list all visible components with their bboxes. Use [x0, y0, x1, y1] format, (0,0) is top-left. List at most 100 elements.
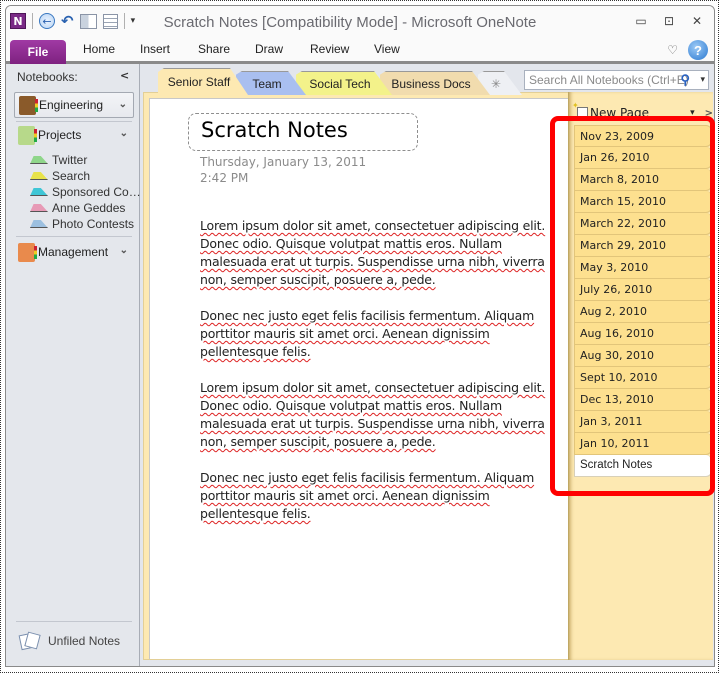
expand-page-tabs-button[interactable]: >	[705, 108, 713, 119]
tab-label: Business Docs	[391, 76, 471, 91]
note-paragraph[interactable]: Lorem ipsum dolor sit amet, consectetuer…	[200, 379, 550, 451]
section-label: Photo Contests	[52, 217, 135, 231]
page-tab[interactable]: May 3, 2010	[574, 257, 712, 279]
page-date-text: Thursday, January 13, 2011	[200, 155, 367, 169]
page-tab-active[interactable]: Scratch Notes	[574, 455, 712, 477]
paragraph-text: Lorem ipsum dolor sit amet, consectetuer…	[200, 218, 546, 287]
section-sponsored-contests[interactable]: Sponsored Co…	[30, 184, 141, 200]
tab-social-tech[interactable]: Social Tech	[296, 71, 392, 95]
notebooks-header: Notebooks:	[17, 70, 78, 84]
note-paragraph[interactable]: Donec nec justo eget felis facilisis fer…	[200, 469, 550, 523]
open-notebook-icon	[19, 95, 38, 115]
tab-label: Social Tech	[309, 76, 371, 91]
page-tab[interactable]: Aug 2, 2010	[574, 301, 712, 323]
tab-share[interactable]: Share	[198, 42, 230, 56]
page-title[interactable]: Scratch Notes	[201, 118, 348, 142]
unfiled-notes[interactable]: Unfiled Notes	[18, 631, 121, 651]
search-input[interactable]: Search All Notebooks (Ctrl+E) ⚲ ▾	[524, 70, 709, 90]
navigation-pane: Notebooks: < Engineering ⌄ Projects ⌄ Tw…	[6, 64, 141, 666]
section-tab-icon	[30, 220, 48, 228]
section-tab-icon	[30, 188, 48, 196]
page-tab[interactable]: March 8, 2010	[574, 169, 712, 191]
chevron-down-icon[interactable]: ⌄	[120, 245, 128, 256]
section-tab-icon	[30, 156, 48, 164]
help-icon[interactable]: ?	[688, 40, 708, 60]
section-tab-bar: Senior Staff Team Social Tech Business D…	[140, 64, 714, 94]
page-time-text: 2:42 PM	[200, 171, 249, 185]
tab-senior-staff[interactable]: Senior Staff	[158, 68, 248, 95]
notebook-icon	[18, 125, 37, 145]
tab-home[interactable]: Home	[83, 42, 115, 56]
page-tabs-pane: New Page ▾ > Nov 23, 2009 Jan 26, 2010 M…	[568, 92, 713, 660]
page-tab-list: Nov 23, 2009 Jan 26, 2010 March 8, 2010 …	[574, 125, 712, 477]
page-tab[interactable]: Jan 10, 2011	[574, 433, 712, 455]
minimize-ribbon-icon[interactable]: ♡	[667, 43, 678, 57]
workspace: Notebooks: < Engineering ⌄ Projects ⌄ Tw…	[6, 64, 714, 666]
section-anne-geddes[interactable]: Anne Geddes	[30, 200, 125, 216]
section-tab-icon	[30, 204, 48, 212]
page-tab[interactable]: March 29, 2010	[574, 235, 712, 257]
tab-business-docs[interactable]: Business Docs	[380, 71, 490, 95]
page-tab[interactable]: Jan 3, 2011	[574, 411, 712, 433]
title-bar: N ← ↶ ▾ Scratch Notes [Compatibility Mod…	[6, 6, 714, 37]
page-tab[interactable]: March 15, 2010	[574, 191, 712, 213]
new-page-dropdown[interactable]: ▾	[690, 108, 695, 118]
page-tab[interactable]: July 26, 2010	[574, 279, 712, 301]
paragraph-text: Donec nec justo eget felis facilisis fer…	[200, 308, 535, 359]
tab-draw[interactable]: Draw	[255, 42, 283, 56]
section-label: Search	[52, 169, 91, 183]
close-button[interactable]: ✕	[690, 14, 704, 28]
notebook-icon	[18, 242, 37, 262]
chevron-down-icon[interactable]: ⌄	[119, 99, 127, 110]
page-tab[interactable]: March 22, 2010	[574, 213, 712, 235]
maximize-button[interactable]: ⊡	[662, 14, 676, 28]
page-frame: Scratch Notes Thursday, January 13, 2011…	[143, 92, 577, 660]
notebook-projects[interactable]: Projects ⌄	[14, 122, 134, 148]
notebook-management[interactable]: Management ⌄	[14, 239, 134, 265]
tab-review[interactable]: Review	[310, 42, 349, 56]
notebook-engineering[interactable]: Engineering ⌄	[14, 92, 134, 118]
collapse-nav-button[interactable]: <	[120, 69, 129, 82]
new-page-label: New Page	[590, 106, 650, 120]
ribbon-right-controls: ♡ ?	[667, 40, 708, 60]
page-title-box[interactable]: Scratch Notes	[188, 113, 418, 151]
tab-team[interactable]: Team	[236, 71, 306, 95]
page-canvas[interactable]: Scratch Notes Thursday, January 13, 2011…	[149, 98, 570, 659]
section-label: Twitter	[52, 153, 88, 167]
page-tab[interactable]: Dec 13, 2010	[574, 389, 712, 411]
unfiled-notes-icon	[18, 631, 42, 651]
tab-view[interactable]: View	[374, 42, 400, 56]
tab-label: Senior Staff	[167, 75, 231, 89]
notebook-label: Projects	[38, 128, 82, 142]
page-tab[interactable]: Sept 10, 2010	[574, 367, 712, 389]
chevron-down-icon[interactable]: ⌄	[120, 128, 128, 139]
page-tab[interactable]: Nov 23, 2009	[574, 125, 712, 147]
tab-label: Team	[252, 76, 282, 91]
section-tab-icon	[30, 172, 48, 180]
search-icon[interactable]: ⚲	[680, 72, 690, 88]
section-photo-contests[interactable]: Photo Contests	[30, 216, 134, 232]
tab-insert[interactable]: Insert	[140, 42, 170, 56]
search-scope-dropdown[interactable]: ▾	[700, 74, 705, 85]
note-paragraph[interactable]: Donec nec justo eget felis facilisis fer…	[200, 307, 550, 361]
page-tab[interactable]: Aug 30, 2010	[574, 345, 712, 367]
divider	[16, 621, 132, 622]
notebook-label: Engineering	[39, 98, 104, 112]
page-date: Thursday, January 13, 2011 2:42 PM	[200, 154, 366, 186]
section-twitter[interactable]: Twitter	[30, 152, 87, 168]
section-label: Sponsored Co…	[52, 185, 141, 199]
unfiled-notes-label: Unfiled Notes	[48, 634, 121, 648]
paragraph-text: Donec nec justo eget felis facilisis fer…	[200, 470, 535, 521]
new-page-button[interactable]: New Page ▾ >	[572, 101, 713, 121]
page-tab[interactable]: Aug 16, 2010	[574, 323, 712, 345]
section-search[interactable]: Search	[30, 168, 90, 184]
window-title: Scratch Notes [Compatibility Mode] - Mic…	[163, 14, 537, 31]
minimize-button[interactable]: ▭	[634, 14, 648, 28]
search-placeholder: Search All Notebooks (Ctrl+E)	[529, 73, 689, 87]
note-paragraph[interactable]: Lorem ipsum dolor sit amet, consectetuer…	[200, 217, 550, 289]
paragraph-text: Lorem ipsum dolor sit amet, consectetuer…	[200, 380, 546, 449]
page-tab[interactable]: Jan 26, 2010	[574, 147, 712, 169]
ribbon-tabs: File Home Insert Share Draw Review View …	[6, 37, 714, 64]
new-section-icon: ✳	[490, 76, 502, 91]
file-tab[interactable]: File	[10, 40, 66, 64]
